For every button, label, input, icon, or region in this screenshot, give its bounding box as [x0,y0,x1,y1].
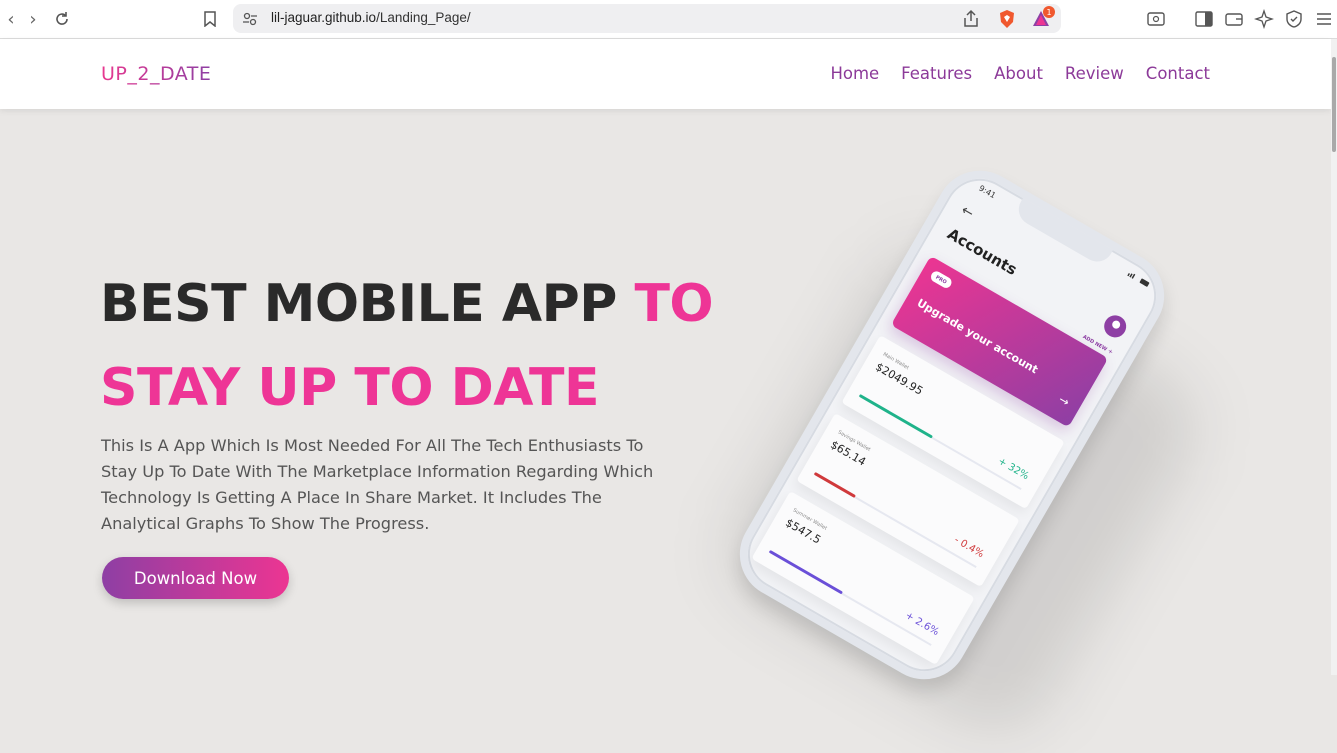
wallet-icon[interactable] [1224,9,1244,29]
bookmark-icon[interactable] [199,8,221,30]
back-icon[interactable]: ‹ [0,8,22,30]
wallet-progress-track [768,549,932,646]
hero-description: This Is A App Which Is Most Needed For A… [101,436,654,533]
phone-mockup: 9:41 ← Accounts ADD NEW ＋ PRO Upgrade yo… [706,140,1218,753]
sidebar-icon[interactable] [1194,9,1214,29]
hero-title-line2: STAY UP TO DATE [100,358,600,418]
arrow-right-icon: → [1056,392,1072,410]
wallet-change: + 2.6% [903,610,941,639]
status-signal-icon [1127,272,1150,287]
search-page-icon[interactable] [1146,9,1166,29]
hero-title-part1: BEST MOBILE APP [100,274,635,334]
nav-contact[interactable]: Contact [1146,64,1210,83]
site-logo[interactable]: UP_2_DATE [101,63,211,85]
wallet-progress-fill [768,549,844,595]
reload-icon[interactable] [51,8,73,30]
nav-review[interactable]: Review [1065,64,1124,83]
upgrade-text: Upgrade your account [914,296,1041,377]
hero-title-part2: TO [634,274,714,334]
browser-toolbar: ‹ › lil-jaguar.github.io/Landing_Page/ 1 [0,0,1337,39]
nav-features[interactable]: Features [901,64,972,83]
pro-badge: PRO [928,269,954,290]
vpn-shield-icon[interactable] [1284,9,1304,29]
status-time: 9:41 [977,183,998,201]
nav-home[interactable]: Home [830,64,879,83]
menu-icon[interactable] [1314,9,1334,29]
wallet-progress-fill [858,393,934,439]
site-nav: Home Features About Review Contact [830,64,1210,83]
rewards-badge: 1 [1043,6,1055,18]
nav-about[interactable]: About [994,64,1043,83]
hero-title: BEST MOBILE APP TO STAY UP TO DATE [100,262,714,430]
url-domain: lil-jaguar.github.io [271,10,377,25]
leo-ai-icon[interactable] [1254,9,1274,29]
back-arrow-icon: ← [958,202,977,223]
site-header: UP_2_DATE Home Features About Review Con… [0,39,1331,109]
address-bar[interactable]: lil-jaguar.github.io/Landing_Page/ 1 [233,4,1061,33]
share-icon[interactable] [961,9,981,29]
wallet-progress-fill [813,471,856,498]
url-path: /Landing_Page/ [376,10,471,25]
phone-notch [1012,196,1115,268]
forward-icon[interactable]: › [22,8,44,30]
brave-shield-icon[interactable] [997,9,1017,29]
site-settings-icon[interactable] [242,11,258,27]
page-scrollbar[interactable] [1331,39,1337,675]
url-text: lil-jaguar.github.io/Landing_Page/ [271,10,471,25]
download-now-button[interactable]: Download Now [102,557,289,599]
scrollbar-thumb[interactable] [1332,57,1336,152]
avatar [1100,311,1131,342]
